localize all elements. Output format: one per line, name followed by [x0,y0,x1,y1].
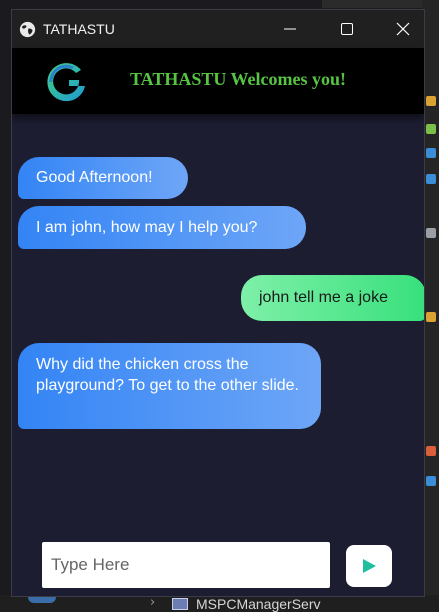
chat-header: TATHASTU Welcomes you! [12,48,424,114]
background-file-name: MSPCManagerServ [196,596,321,612]
maximize-button[interactable] [318,10,376,48]
close-button[interactable] [374,10,424,48]
brace-icon [426,312,436,322]
html-icon [426,446,436,456]
bot-message: I am john, how may I help you? [18,206,306,249]
welcome-heading: TATHASTU Welcomes you! [130,69,347,89]
window-title: TATHASTU [43,21,115,37]
title-bar[interactable]: TATHASTU [12,10,424,48]
bracket-icon [426,96,436,106]
square-icon [426,228,436,238]
chat-app-window: TATHASTU TATHASTU Welcomes you! Good Aft… [11,9,425,597]
message-input[interactable] [42,542,312,588]
send-button[interactable] [346,545,392,587]
minimize-button[interactable] [261,10,319,48]
dot-icon [426,174,436,184]
tathastu-logo [47,63,85,102]
minimize-icon [284,28,296,30]
desktop: › MSPCManagerServ TATHASTU TATHASTU Welc… [0,0,439,612]
chat-history[interactable]: Good Afternoon! I am john, how may I hel… [12,114,424,596]
chevron-right-icon: › [150,595,156,610]
close-icon [396,22,410,36]
send-icon [363,559,376,573]
globe-icon [19,21,36,38]
background-explorer-row: › MSPCManagerServ [0,595,439,612]
user-message: john tell me a joke [241,275,424,321]
message-input-box[interactable] [42,542,330,588]
maximize-icon [341,23,353,35]
code-icon [426,124,436,134]
bot-message: Good Afternoon! [18,157,188,199]
file-icon [172,598,188,610]
dot-icon [426,476,436,486]
bot-message: Why did the chicken cross the playground… [18,343,321,429]
dot-icon [426,148,436,158]
